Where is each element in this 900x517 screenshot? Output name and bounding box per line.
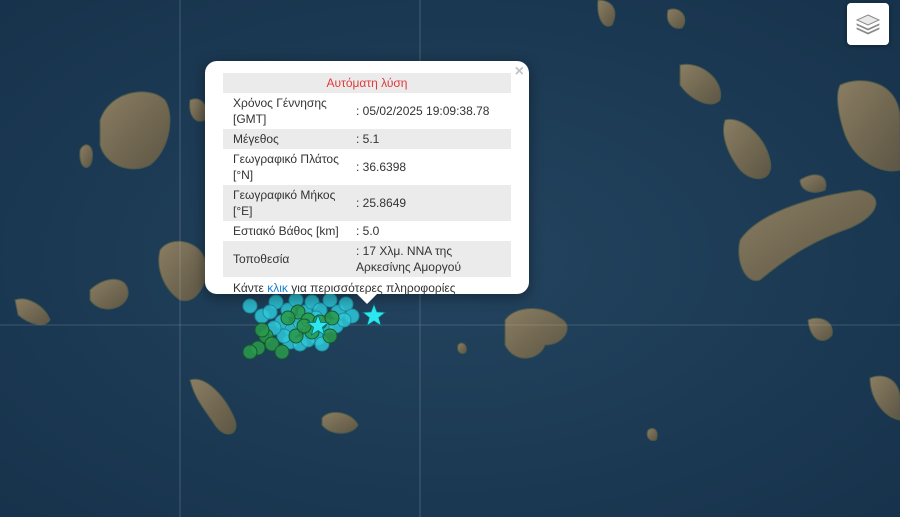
- popup-tip: [357, 294, 377, 304]
- earthquake-marker[interactable]: [274, 344, 290, 360]
- layers-button[interactable]: [847, 3, 889, 45]
- earthquake-marker[interactable]: [322, 328, 338, 344]
- magnitude-value: : 5.1: [356, 132, 380, 146]
- island-antiparos: [79, 144, 94, 168]
- earthquake-marker[interactable]: [242, 298, 258, 314]
- table-row: Χρόνος Γέννησης [GMT] : 05/02/2025 19:09…: [223, 93, 511, 129]
- origin-time-value: : 05/02/2025 19:09:38.78: [356, 104, 490, 118]
- island-small-1: [457, 342, 467, 355]
- more-info-prefix: Κάντε: [233, 281, 268, 295]
- earthquake-marker[interactable]: [242, 344, 258, 360]
- earthquake-marker[interactable]: [296, 318, 312, 334]
- popup-title: Αυτόματη λύση: [223, 73, 511, 93]
- depth-value: : 5.0: [356, 224, 380, 238]
- latitude-label: Γεωγραφικό Πλάτος [°N]: [233, 152, 339, 182]
- table-row: Εστιακό Βάθος [km] : 5.0: [223, 221, 511, 241]
- earthquake-info-table: Χρόνος Γέννησης [GMT] : 05/02/2025 19:09…: [223, 93, 511, 277]
- longitude-label: Γεωγραφικό Μήκος [°E]: [233, 188, 336, 218]
- island-small-2: [646, 427, 658, 441]
- latitude-value: : 36.6398: [356, 160, 407, 174]
- earthquake-marker[interactable]: [280, 310, 296, 326]
- earthquake-popup: × Αυτόματη λύση Χρόνος Γέννησης [GMT] : …: [205, 61, 529, 304]
- magnitude-label: Μέγεθος: [233, 132, 279, 146]
- table-row: Γεωγραφικό Πλάτος [°N] : 36.6398: [223, 149, 511, 185]
- earthquake-marker[interactable]: [262, 304, 278, 320]
- close-icon[interactable]: ×: [515, 64, 524, 80]
- table-row: Τοποθεσία : 17 Χλμ. ΝΝΑ της Αρκεσίνης Αμ…: [223, 241, 511, 277]
- more-info-suffix: για περισσότερες πληροφορίες: [287, 281, 456, 295]
- table-row: Γεωγραφικό Μήκος [°E] : 25.8649: [223, 185, 511, 221]
- earthquake-marker[interactable]: [322, 292, 338, 308]
- earthquake-marker[interactable]: [254, 322, 270, 338]
- table-row: Μέγεθος : 5.1: [223, 129, 511, 149]
- more-info-text: Κάντε κλικ για περισσότερες πληροφορίες: [223, 277, 511, 295]
- more-info-link[interactable]: κλικ: [267, 281, 288, 295]
- location-label: Τοποθεσία: [233, 252, 290, 266]
- location-value: : 17 Χλμ. ΝΝΑ της Αρκεσίνης Αμοργού: [356, 244, 462, 274]
- longitude-value: : 25.8649: [356, 196, 407, 210]
- layers-icon: [855, 14, 881, 35]
- origin-time-label: Χρόνος Γέννησης [GMT]: [233, 96, 327, 126]
- depth-label: Εστιακό Βάθος [km]: [233, 224, 339, 238]
